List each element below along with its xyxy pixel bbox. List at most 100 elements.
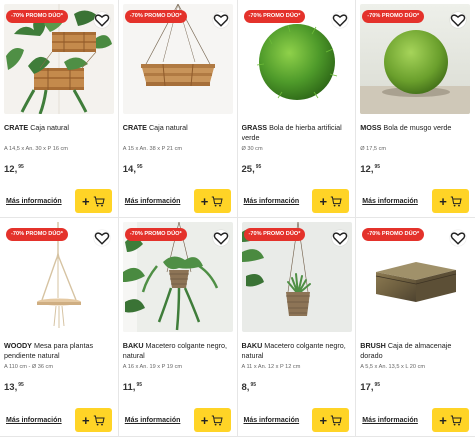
product-brand: GRASS <box>241 123 268 132</box>
product-grid: -70% PROMO DÚO* CRATE Caja natural A 14,… <box>0 0 475 437</box>
add-to-cart-button[interactable]: + <box>312 189 350 213</box>
product-card[interactable]: -70% PROMO DÚO* WOODY Mesa para plantas … <box>0 218 119 437</box>
product-name: WOODY Mesa para plantas pendiente natura… <box>4 341 114 361</box>
more-info-link[interactable]: Más información <box>6 198 62 205</box>
product-brand: CRATE <box>4 123 29 132</box>
favorite-heart-icon[interactable] <box>331 12 348 28</box>
plus-icon: + <box>200 412 209 428</box>
plus-icon: + <box>319 412 328 428</box>
promo-badge: -70% PROMO DÚO* <box>243 228 306 241</box>
product-image[interactable]: -70% PROMO DÚO* <box>122 4 233 114</box>
product-image[interactable]: -70% PROMO DÚO* <box>122 222 233 332</box>
plus-icon: + <box>200 193 209 209</box>
price-decimal: 95 <box>374 164 381 170</box>
price-decimal: 95 <box>255 164 262 170</box>
promo-badge: -70% PROMO DÚO* <box>362 228 425 241</box>
product-card[interactable]: -70% PROMO DÚO* BRUSH Caja de almacenaje… <box>356 218 475 437</box>
promo-badge: -70% PROMO DÚO* <box>6 228 68 241</box>
product-image[interactable]: -70% PROMO DÚO* <box>360 222 471 332</box>
add-to-cart-button[interactable]: + <box>193 408 231 432</box>
favorite-heart-icon[interactable] <box>94 230 110 246</box>
product-image[interactable]: -70% PROMO DÚO* <box>4 4 114 114</box>
product-price: 12,95 <box>4 164 114 176</box>
card-footer: Más información + <box>6 189 112 213</box>
add-to-cart-button[interactable]: + <box>432 408 469 432</box>
product-card[interactable]: -70% PROMO DÚO* CRATE Caja natural A 15 … <box>118 0 238 218</box>
favorite-heart-icon[interactable] <box>212 230 229 246</box>
card-footer: Más información + <box>362 189 469 213</box>
favorite-heart-icon[interactable] <box>450 12 467 28</box>
card-footer: Más información + <box>244 408 350 432</box>
product-price: 25,95 <box>242 164 352 176</box>
product-dimensions: A 5,5 x An. 13,5 x L 20 cm <box>360 364 426 370</box>
promo-badge: -70% PROMO DÚO* <box>362 10 425 23</box>
favorite-heart-icon[interactable] <box>212 12 229 28</box>
product-dimensions: A 15 x An. 38 x P 21 cm <box>122 146 183 152</box>
product-image[interactable]: -70% PROMO DÚO* <box>241 222 352 332</box>
card-footer: Más información + <box>125 408 231 432</box>
product-name: MOSS Bola de musgo verde <box>360 123 471 143</box>
add-to-cart-button[interactable]: + <box>74 189 112 213</box>
product-name: BAKU Macetero colgante negro, natural <box>123 341 233 361</box>
price-decimal: 95 <box>374 382 381 388</box>
more-info-link[interactable]: Más información <box>244 417 300 424</box>
product-brand: MOSS <box>360 123 382 132</box>
product-name: CRATE Caja natural <box>4 123 114 143</box>
price-integer: 11, <box>122 382 136 393</box>
cart-icon <box>93 415 105 425</box>
favorite-heart-icon[interactable] <box>331 230 348 246</box>
price-integer: 25, <box>241 164 255 175</box>
add-to-cart-button[interactable]: + <box>193 189 231 213</box>
product-brand: BAKU <box>122 341 144 350</box>
more-info-link[interactable]: Más información <box>362 417 418 424</box>
product-name: GRASS Bola de hierba artificial verde <box>242 123 352 143</box>
cart-icon <box>330 196 342 206</box>
favorite-heart-icon[interactable] <box>450 230 467 246</box>
product-name: BRUSH Caja de almacenaje dorado <box>360 341 471 361</box>
price-integer: 12, <box>4 164 18 175</box>
add-to-cart-button[interactable]: + <box>312 408 350 432</box>
promo-badge: -70% PROMO DÚO* <box>124 10 187 23</box>
product-title: Caja natural <box>148 123 188 132</box>
product-image[interactable]: -70% PROMO DÚO* <box>4 222 114 332</box>
product-card[interactable]: -70% PROMO DÚO* GRASS Bola de hierba art… <box>237 0 357 218</box>
product-card[interactable]: -70% PROMO DÚO* BAKU Macetero colgante n… <box>237 218 357 437</box>
more-info-link[interactable]: Más información <box>244 198 300 205</box>
plus-icon: + <box>439 412 447 428</box>
favorite-heart-icon[interactable] <box>94 12 110 28</box>
more-info-link[interactable]: Más información <box>125 198 181 205</box>
product-image[interactable]: -70% PROMO DÚO* <box>241 4 352 114</box>
product-price: 14,95 <box>123 164 233 176</box>
price-decimal: 95 <box>136 164 143 170</box>
more-info-link[interactable]: Más información <box>125 417 181 424</box>
price-decimal: 95 <box>250 382 256 388</box>
product-price: 13,95 <box>4 382 114 394</box>
product-card[interactable]: -70% PROMO DÚO* BAKU Macetero colgante n… <box>118 218 238 437</box>
plus-icon: + <box>81 412 90 428</box>
price-integer: 17, <box>360 382 374 393</box>
card-footer: Más información + <box>362 408 469 432</box>
cart-icon <box>450 415 462 425</box>
more-info-link[interactable]: Más información <box>6 417 62 424</box>
add-to-cart-button[interactable]: + <box>74 408 112 432</box>
cart-icon <box>450 196 462 206</box>
price-integer: 12, <box>360 164 374 175</box>
product-image[interactable]: -70% PROMO DÚO* <box>360 4 471 114</box>
add-to-cart-button[interactable]: + <box>432 189 469 213</box>
product-card[interactable]: -70% PROMO DÚO* CRATE Caja natural A 14,… <box>0 0 119 218</box>
product-dimensions: A 14,5 x An. 30 x P 16 cm <box>4 146 68 152</box>
product-card[interactable]: -70% PROMO DÚO* MOSS Bola de musgo verde… <box>356 0 475 218</box>
price-integer: 8, <box>241 382 250 393</box>
product-name: CRATE Caja natural <box>123 123 233 143</box>
price-decimal: 95 <box>18 382 24 388</box>
promo-badge: -70% PROMO DÚO* <box>6 10 68 23</box>
more-info-link[interactable]: Más información <box>362 198 418 205</box>
price-decimal: 95 <box>18 164 24 170</box>
product-title: Caja natural <box>30 123 69 132</box>
product-price: 17,95 <box>360 382 471 394</box>
product-dimensions: A 110 cm - Ø 36 cm <box>4 364 54 370</box>
plus-icon: + <box>319 193 328 209</box>
product-dimensions: Ø 30 cm <box>241 146 263 152</box>
product-brand: CRATE <box>122 123 147 132</box>
price-integer: 14, <box>122 164 136 175</box>
